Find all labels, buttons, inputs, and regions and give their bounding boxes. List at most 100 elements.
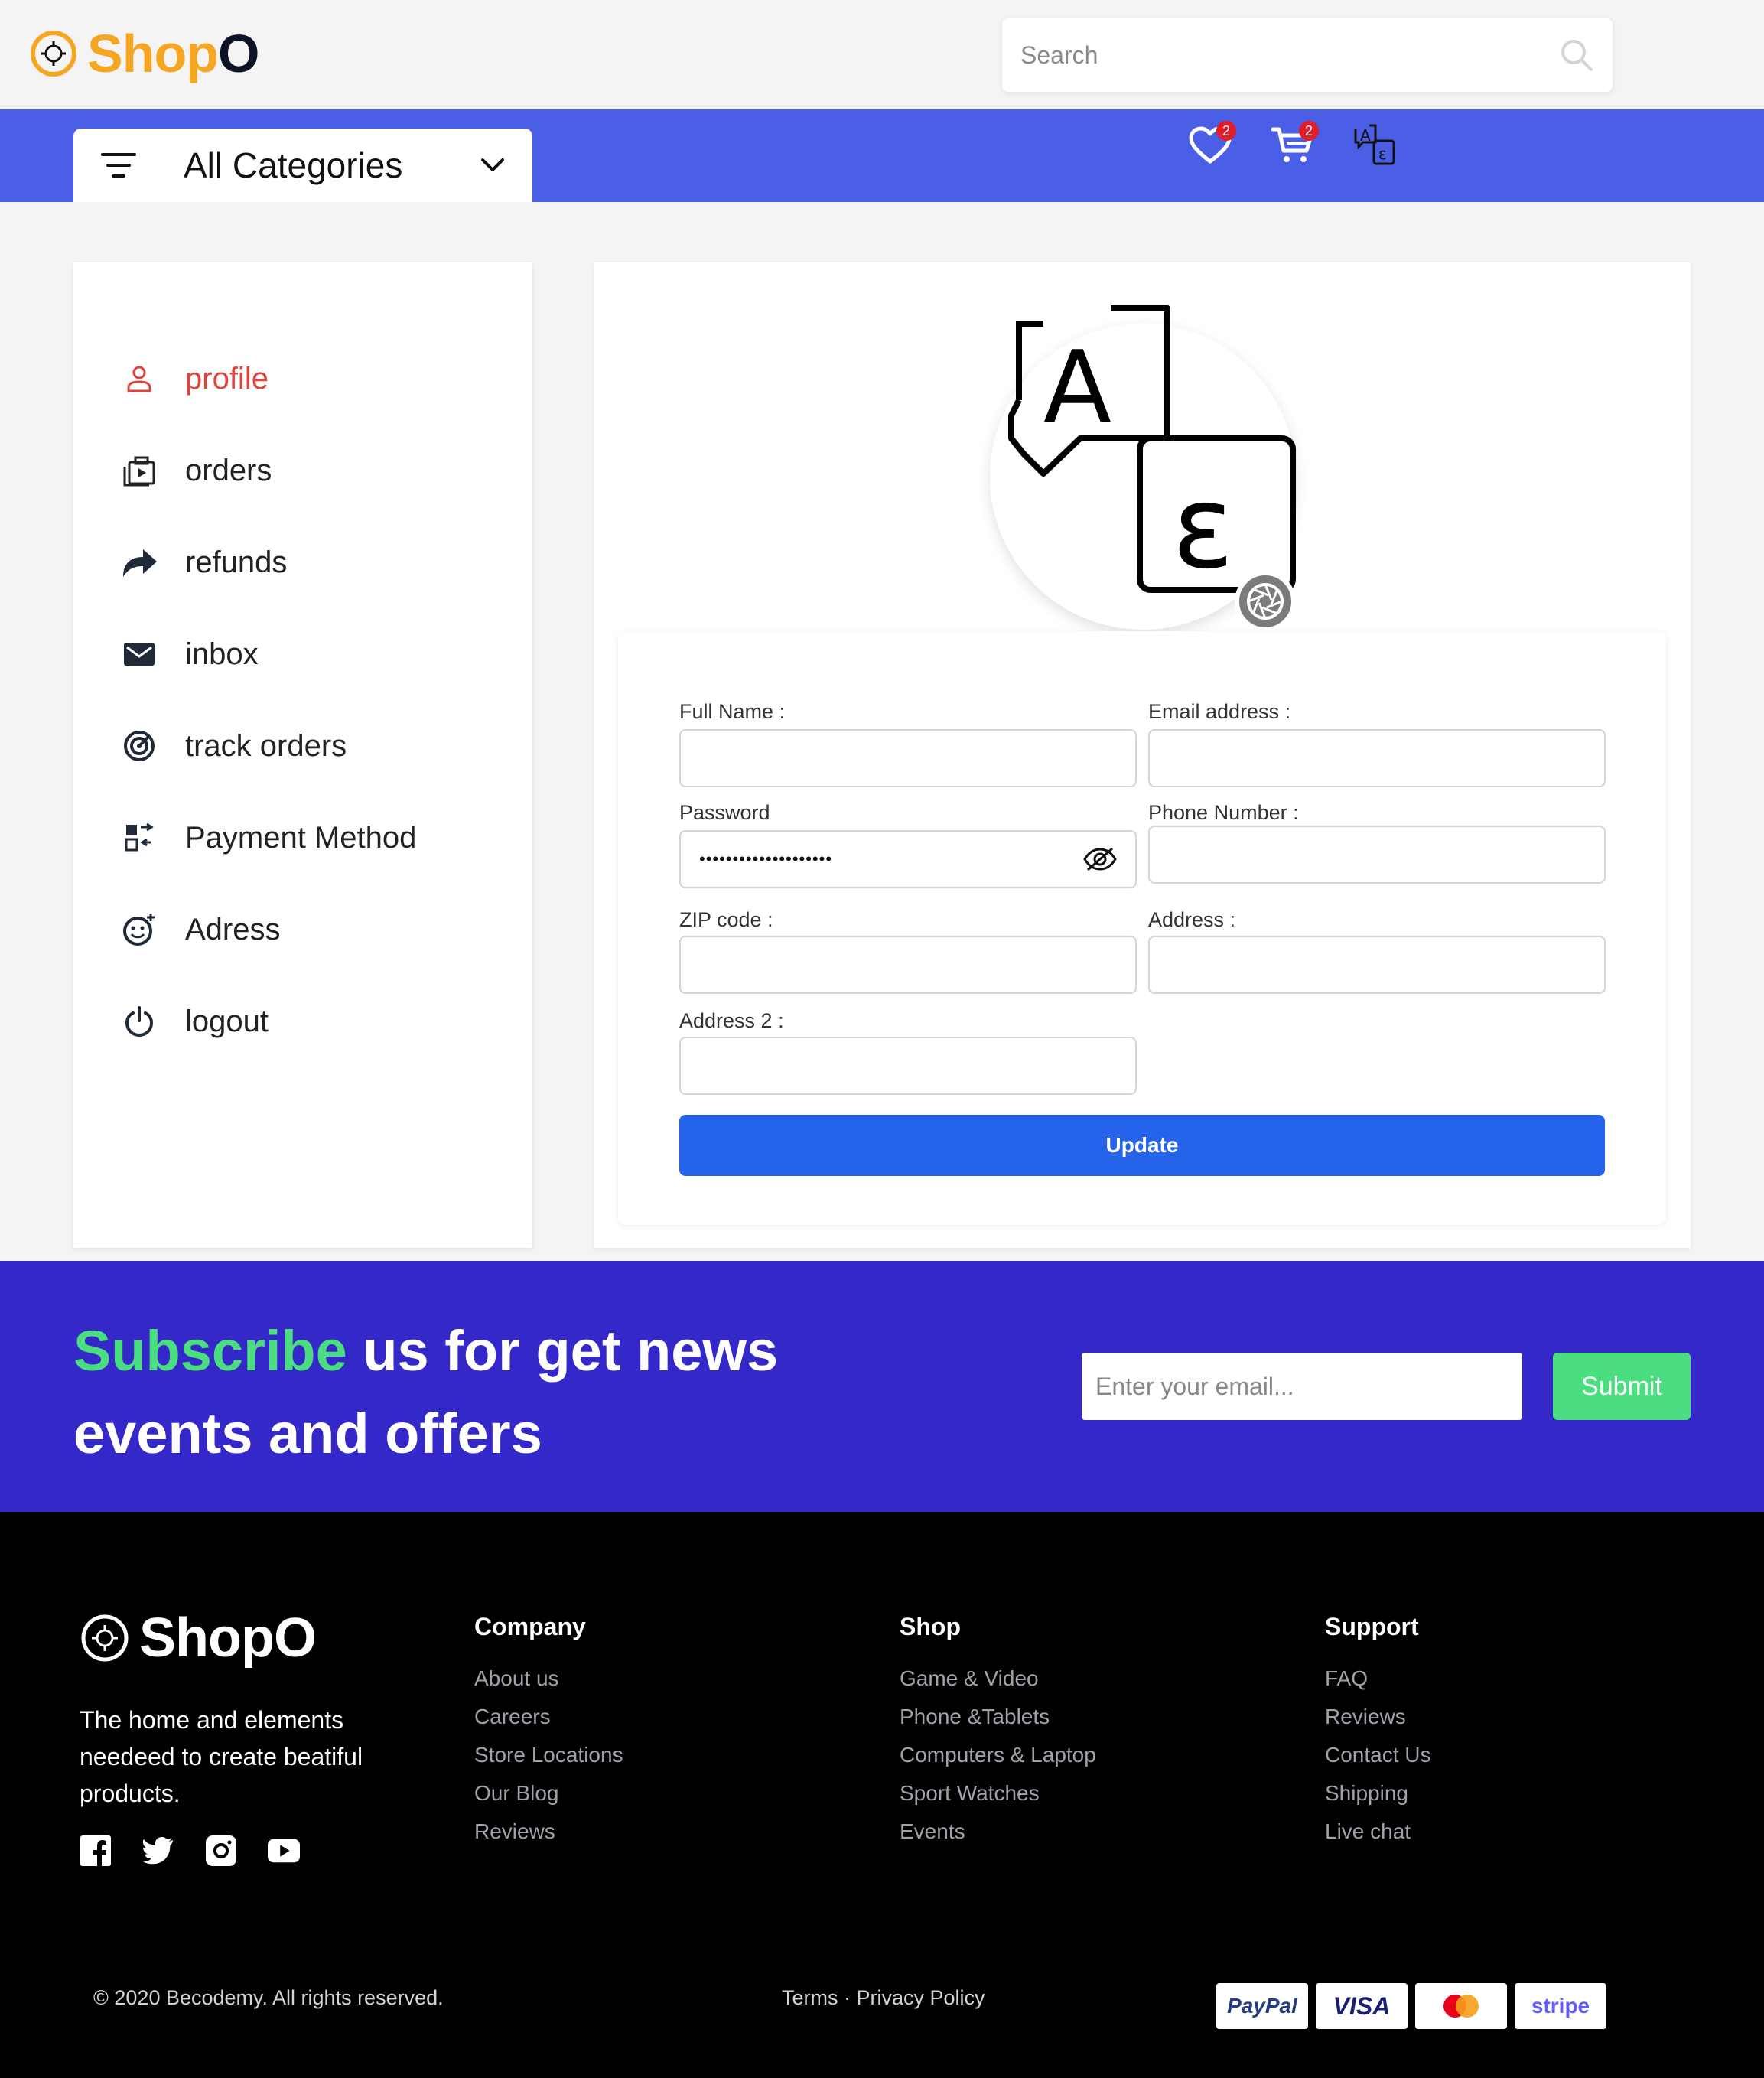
svg-text:ε: ε: [1172, 461, 1234, 594]
cart-button[interactable]: 2: [1270, 121, 1319, 168]
footer-column-shop: Shop Game & Video Phone &Tablets Compute…: [900, 1613, 1096, 1851]
change-photo-button[interactable]: [1235, 571, 1296, 632]
address-label: Address :: [1148, 908, 1236, 931]
footer-link[interactable]: Careers: [474, 1698, 623, 1736]
sidebar-item-label: track orders: [185, 728, 347, 763]
full-name-field[interactable]: [679, 729, 1137, 787]
social-links: [80, 1835, 300, 1867]
power-icon: [116, 1005, 162, 1037]
target-icon: [116, 729, 162, 763]
eye-off-icon[interactable]: [1083, 845, 1117, 873]
sidebar-item-logout[interactable]: logout: [116, 998, 269, 1044]
sidebar-item-track-orders[interactable]: track orders: [116, 723, 347, 769]
sidebar-item-orders[interactable]: orders: [116, 448, 272, 493]
footer-link[interactable]: Contact Us: [1325, 1736, 1431, 1774]
footer-link[interactable]: Reviews: [1325, 1698, 1431, 1736]
paypal-label: PayPal: [1227, 1994, 1297, 2018]
footer-link[interactable]: Shipping: [1325, 1774, 1431, 1813]
email-field[interactable]: [1148, 729, 1606, 787]
account-sidebar: profile orders refunds inbox track order…: [73, 262, 532, 1248]
footer-logo[interactable]: ShopO: [80, 1607, 317, 1669]
search-bar[interactable]: [1002, 18, 1613, 92]
update-button[interactable]: Update: [679, 1115, 1605, 1176]
youtube-icon[interactable]: [268, 1835, 300, 1867]
site-logo[interactable]: ShopO: [29, 24, 259, 83]
footer-logo-target-icon: [81, 1614, 129, 1662]
footer-link[interactable]: Events: [900, 1813, 1096, 1851]
stripe-label: stripe: [1531, 1994, 1590, 2018]
sidebar-item-inbox[interactable]: inbox: [116, 631, 259, 677]
password-field[interactable]: ••••••••••••••••••••: [679, 830, 1137, 888]
footer-link[interactable]: Reviews: [474, 1813, 623, 1851]
visa-label: VISA: [1333, 1992, 1391, 2020]
logo-target-icon: [31, 31, 76, 77]
subscribe-submit-button[interactable]: Submit: [1553, 1353, 1691, 1420]
full-name-input[interactable]: [699, 745, 1117, 771]
sidebar-item-address[interactable]: Adress: [116, 907, 281, 953]
facebook-icon[interactable]: [80, 1835, 112, 1867]
sidebar-item-payment-method[interactable]: Payment Method: [116, 815, 416, 861]
payment-icon: [116, 822, 162, 853]
footer-column-title: Support: [1325, 1613, 1419, 1640]
email-input[interactable]: [1168, 745, 1586, 771]
mastercard-icon: [1415, 1983, 1507, 2029]
sidebar-item-label: Payment Method: [185, 820, 417, 855]
footer-link[interactable]: Game & Video: [900, 1659, 1096, 1698]
footer-link[interactable]: Store Locations: [474, 1736, 623, 1774]
footer-link[interactable]: About us: [474, 1659, 623, 1698]
logo-text-o: O: [217, 24, 259, 83]
address-field[interactable]: [1148, 936, 1606, 994]
sidebar-item-label: Adress: [185, 912, 281, 946]
profile-panel: A ε Full Name : Email address : Password…: [594, 262, 1691, 1248]
footer-column-company: Company About us Careers Store Locations…: [474, 1613, 623, 1851]
sidebar-item-label: profile: [185, 361, 269, 396]
stripe-icon: stripe: [1515, 1983, 1606, 2029]
payment-methods: PayPal VISA stripe: [1216, 1983, 1606, 2029]
twitter-icon[interactable]: [142, 1835, 174, 1867]
footer-link[interactable]: FAQ: [1325, 1659, 1431, 1698]
legal-links[interactable]: Terms · Privacy Policy: [782, 1986, 985, 2010]
sidebar-item-refunds[interactable]: refunds: [116, 539, 287, 585]
share-arrow-icon: [116, 546, 162, 578]
footer-link[interactable]: Sport Watches: [900, 1774, 1096, 1813]
subscribe-highlight: Subscribe: [73, 1319, 347, 1383]
footer-column-title: Company: [474, 1613, 586, 1640]
wishlist-button[interactable]: 2: [1187, 121, 1236, 168]
address2-input[interactable]: [699, 1053, 1117, 1079]
address2-field[interactable]: [679, 1037, 1137, 1095]
phone-input[interactable]: [1168, 842, 1586, 868]
all-categories-dropdown[interactable]: All Categories: [73, 129, 532, 202]
footer-logo-text: ShopO: [139, 1607, 317, 1669]
sidebar-item-profile[interactable]: profile: [116, 356, 269, 402]
footer-column-title: Shop: [900, 1613, 961, 1640]
footer-column-support: Support FAQ Reviews Contact Us Shipping …: [1325, 1613, 1431, 1851]
language-button[interactable]: A ε: [1352, 122, 1398, 168]
search-icon[interactable]: [1559, 37, 1594, 73]
sidebar-item-label: inbox: [185, 637, 259, 671]
camera-aperture-icon: [1247, 583, 1284, 620]
address-input[interactable]: [1168, 952, 1586, 978]
password-value: ••••••••••••••••••••: [699, 849, 833, 868]
sidebar-item-label: logout: [185, 1004, 269, 1038]
filter-icon: [101, 153, 136, 178]
search-input[interactable]: [1020, 41, 1559, 70]
full-name-label: Full Name :: [679, 700, 786, 723]
zip-field[interactable]: [679, 936, 1137, 994]
subscribe-email-field[interactable]: [1082, 1353, 1522, 1420]
zip-input[interactable]: [699, 952, 1117, 978]
footer-link[interactable]: Phone &Tablets: [900, 1698, 1096, 1736]
footer-link[interactable]: Computers & Laptop: [900, 1736, 1096, 1774]
instagram-icon[interactable]: [205, 1835, 237, 1867]
footer-description: The home and elements needeed to create …: [80, 1706, 363, 1807]
footer-link[interactable]: Our Blog: [474, 1774, 623, 1813]
svg-text:ε: ε: [1378, 145, 1387, 163]
password-label: Password: [679, 801, 770, 824]
subscribe-email-input[interactable]: [1095, 1372, 1509, 1401]
copyright-text: © 2020 Becodemy. All rights reserved.: [93, 1986, 444, 2009]
smile-icon: [116, 912, 162, 947]
visa-icon: VISA: [1316, 1983, 1408, 2029]
chevron-down-icon: [481, 158, 504, 171]
phone-label: Phone Number :: [1148, 801, 1299, 824]
phone-field[interactable]: [1148, 826, 1606, 884]
footer-link[interactable]: Live chat: [1325, 1813, 1431, 1851]
